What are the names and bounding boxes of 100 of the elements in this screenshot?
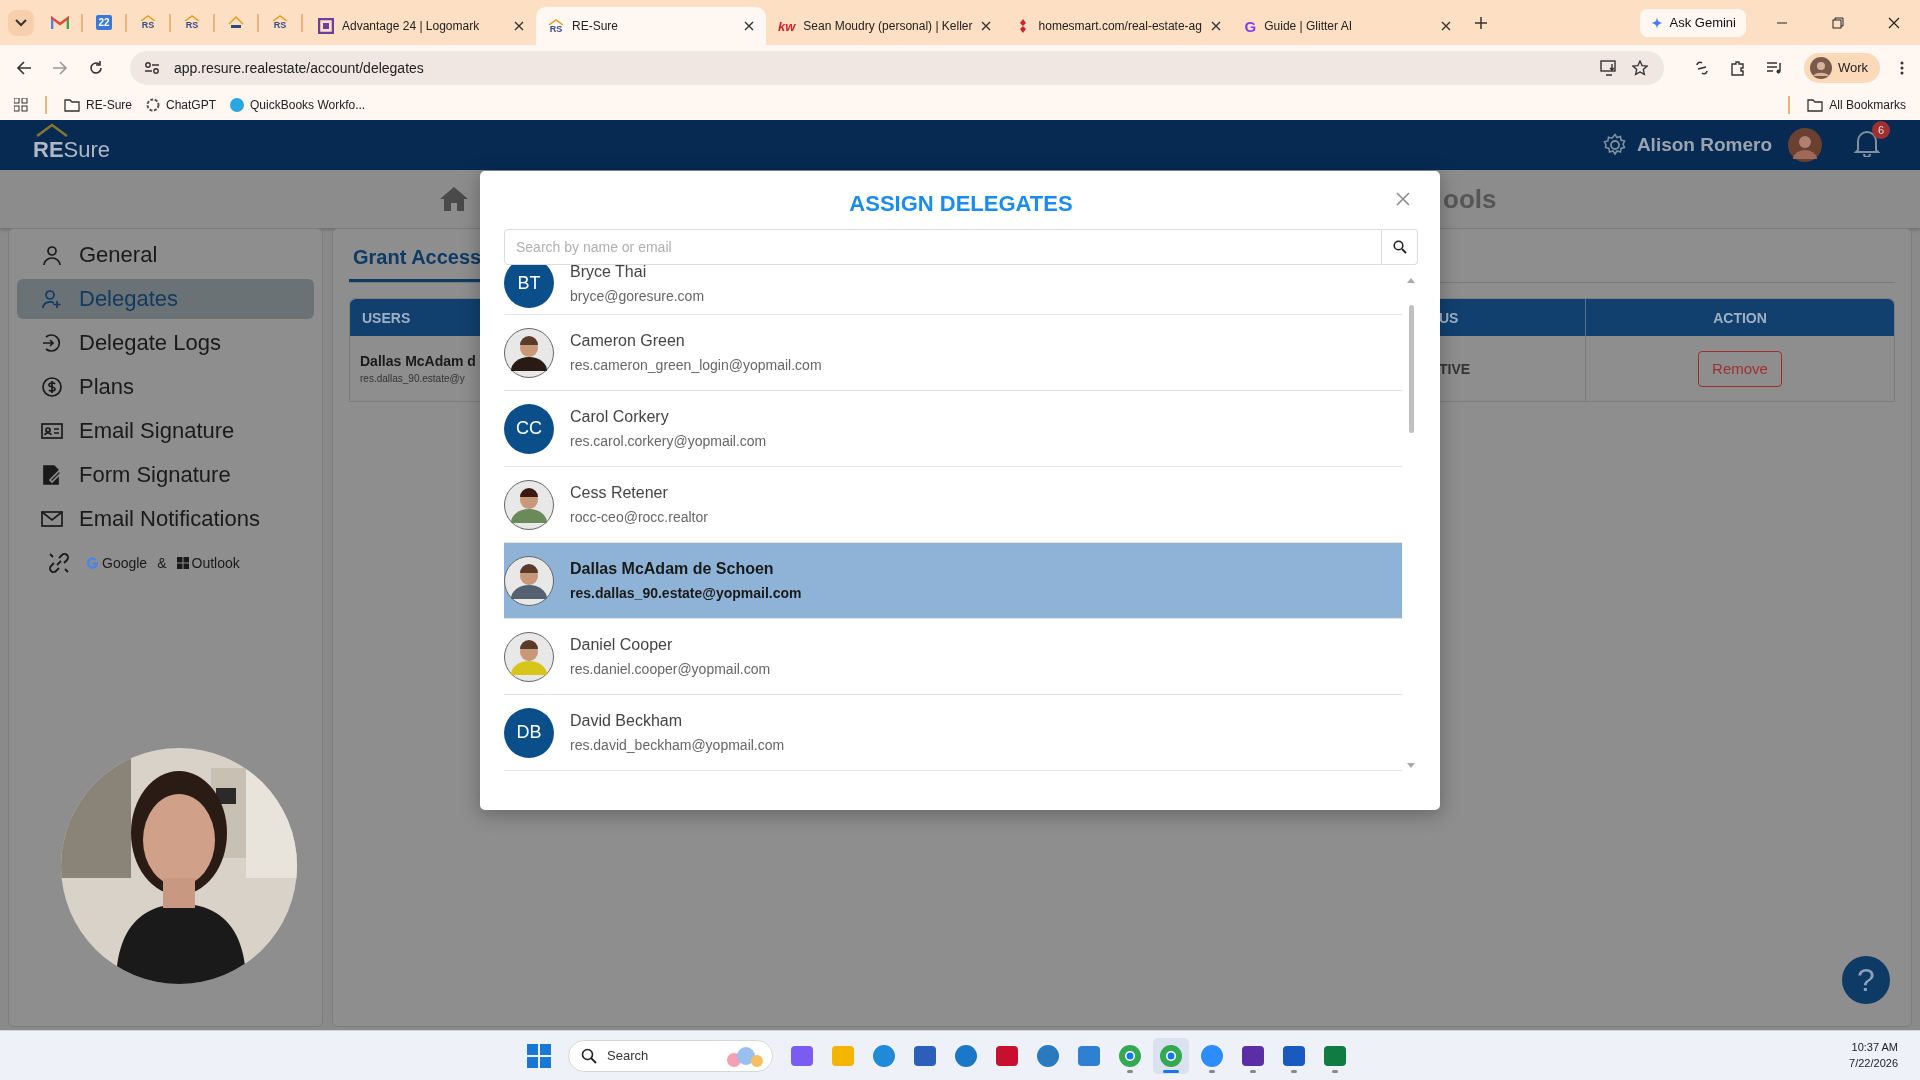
- browser-tab[interactable]: RS RE-Sure: [536, 7, 766, 45]
- app-icon[interactable]: [1036, 1043, 1060, 1068]
- id-card-icon: [41, 420, 63, 442]
- pen-document-icon: [41, 464, 63, 486]
- site-logo: RS: [548, 18, 564, 34]
- reload-icon[interactable]: [88, 59, 104, 76]
- media-icon[interactable]: [1765, 60, 1784, 75]
- search-icon: [1392, 240, 1407, 254]
- browser-tab[interactable]: kw Sean Moudry (personal) | Keller: [766, 7, 1003, 45]
- browser-tab[interactable]: Advantage 24 | Logomark: [306, 7, 536, 45]
- scrollbar-thumb[interactable]: [1408, 305, 1414, 433]
- close-icon[interactable]: [1210, 21, 1221, 31]
- grid-icon: [176, 557, 189, 569]
- app-icon[interactable]: [790, 1043, 814, 1068]
- pinned-tab[interactable]: RS: [174, 6, 210, 39]
- folder-icon: [1807, 98, 1824, 112]
- clock[interactable]: 10:37 AM 7/22/2026: [1849, 1040, 1898, 1071]
- close-icon[interactable]: [980, 21, 991, 31]
- user-email: res.dallas_90.estate@y: [360, 373, 465, 384]
- app-icon[interactable]: [913, 1043, 937, 1068]
- app-icon[interactable]: [1241, 1043, 1265, 1068]
- site-logo: kw: [778, 18, 796, 34]
- site-settings-icon[interactable]: [144, 60, 160, 75]
- install-icon[interactable]: [1599, 59, 1618, 76]
- more-icon[interactable]: [1900, 60, 1904, 75]
- help-button[interactable]: ?: [1842, 956, 1890, 1004]
- bookmark-link[interactable]: All Bookmarks: [1807, 98, 1906, 112]
- delegate-row[interactable]: BT Bryce Thai bryce@goresure.com: [504, 265, 1402, 315]
- pinned-tab[interactable]: 22: [86, 6, 122, 39]
- avatar[interactable]: [1788, 128, 1822, 162]
- g-letter-icon: [86, 556, 99, 570]
- app-icon[interactable]: [1077, 1043, 1101, 1068]
- sidebar-item[interactable]: Email Notifications: [17, 499, 314, 539]
- app-icon[interactable]: [954, 1043, 978, 1068]
- column-header: US: [1438, 308, 1460, 328]
- close-icon[interactable]: [514, 21, 524, 31]
- delegate-row[interactable]: Daniel Cooper res.daniel.cooper@yopmail.com: [504, 619, 1402, 695]
- pinned-tab[interactable]: RS: [130, 6, 166, 39]
- initials-avatar: DB: [504, 707, 554, 758]
- sidebar-item[interactable]: Delegate Logs: [17, 323, 314, 363]
- sidebar-item[interactable]: Email Signature: [17, 411, 314, 451]
- delegate-email: rocc-ceo@rocc.realtor: [570, 509, 708, 525]
- apps-icon[interactable]: [14, 98, 28, 112]
- delegate-row[interactable]: Dallas McAdam de Schoen res.dallas_90.estate@yopmail.com: [504, 543, 1402, 619]
- back-icon[interactable]: [16, 59, 32, 76]
- user-name: Dallas McAdam d: [360, 353, 476, 369]
- delegate-row[interactable]: CC Carol Corkery res.carol.corkery@yopmail.com: [504, 391, 1402, 467]
- taskbar-search-field[interactable]: Search: [568, 1039, 773, 1072]
- delegate-row[interactable]: Cameron Green res.cameron_green_login@yopmail.com: [504, 315, 1402, 391]
- sidebar-item[interactable]: General: [17, 235, 314, 275]
- running-indicator: [1127, 1069, 1133, 1073]
- running-indicator: [1163, 1069, 1179, 1073]
- tab-title: Advantage 24 | Logomark: [342, 19, 481, 33]
- app-icon[interactable]: [1159, 1043, 1183, 1068]
- running-indicator: [1209, 1069, 1215, 1073]
- tab-search-button[interactable]: [8, 9, 34, 36]
- app-icon[interactable]: [1323, 1043, 1347, 1068]
- delegate-email: res.david_beckham@yopmail.com: [570, 737, 785, 753]
- sidebar-item[interactable]: Plans: [17, 367, 314, 407]
- user-name[interactable]: Alison Romero: [1636, 134, 1772, 156]
- bookmark-link[interactable]: QuickBooks Workfo...: [230, 98, 366, 112]
- envelope-icon: [41, 508, 63, 530]
- integration-label[interactable]: Google: [86, 555, 148, 571]
- integration-label[interactable]: Outlook: [176, 555, 240, 571]
- bell-icon[interactable]: [1854, 129, 1880, 157]
- delegate-row[interactable]: DB David Beckham res.david_beckham@yopmail.com: [504, 695, 1402, 771]
- browser-tab[interactable]: G Guide | Glitter AI: [1232, 7, 1463, 45]
- puzzle-icon[interactable]: [1729, 59, 1746, 76]
- column-header: USERS: [361, 308, 412, 328]
- app-icon[interactable]: [872, 1043, 896, 1068]
- settings-icon[interactable]: [1602, 133, 1627, 157]
- app-icon[interactable]: [995, 1043, 1019, 1068]
- search-button[interactable]: [1382, 229, 1418, 265]
- app-icon[interactable]: [1282, 1043, 1306, 1068]
- extension-icon[interactable]: [1693, 59, 1710, 76]
- delegate-name: Cameron Green: [570, 332, 686, 350]
- search-field[interactable]: Search by name or email: [504, 229, 1382, 265]
- close-icon[interactable]: [744, 21, 754, 31]
- bookmark-link[interactable]: ChatGPT: [146, 98, 217, 112]
- delegate-email: bryce@goresure.com: [570, 287, 705, 304]
- gemini-button[interactable]: Ask Gemini: [1639, 8, 1746, 37]
- pinned-tab[interactable]: RS: [262, 6, 298, 39]
- profile-button[interactable]: Work: [1803, 52, 1880, 83]
- address-bar[interactable]: app.resure.realestate/account/delegates: [130, 50, 1664, 85]
- start-icon[interactable]: [527, 1043, 551, 1068]
- new-tab-icon[interactable]: [1474, 16, 1487, 29]
- delegate-name: Cess Retener: [570, 484, 669, 502]
- circle-icon: [230, 98, 245, 112]
- forward-icon[interactable]: [52, 59, 68, 76]
- sidebar-item[interactable]: Form Signature: [17, 455, 314, 495]
- link-icon: [48, 552, 70, 574]
- home-icon[interactable]: [439, 186, 469, 212]
- app-icon[interactable]: [1118, 1043, 1142, 1068]
- bookmark-link[interactable]: RE-Sure: [64, 98, 132, 112]
- browser-tab[interactable]: homesmart.com/real-estate-ag: [1002, 7, 1233, 45]
- close-icon[interactable]: [1888, 16, 1900, 29]
- site-logo: RS: [184, 15, 200, 30]
- star-icon[interactable]: [1631, 59, 1648, 76]
- restore-icon[interactable]: [1832, 16, 1844, 29]
- close-icon[interactable]: [1440, 21, 1451, 31]
